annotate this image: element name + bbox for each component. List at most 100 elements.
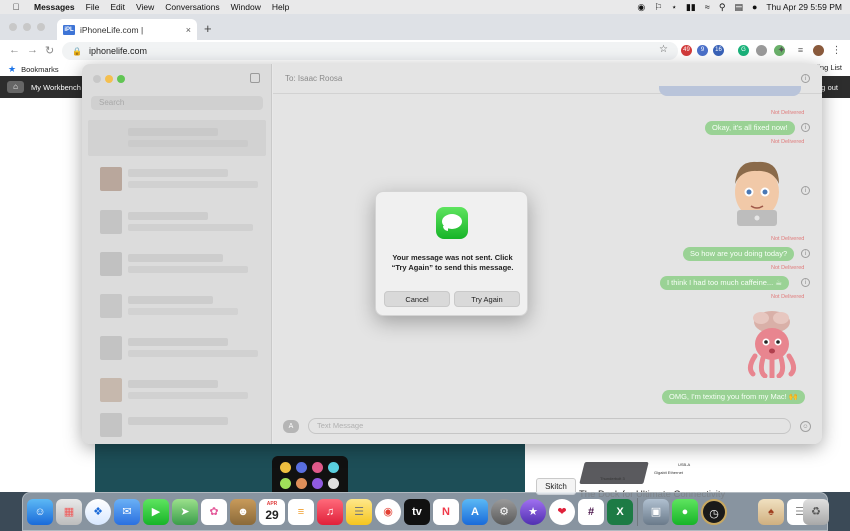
calendar-icon[interactable]: APR 29 [259, 499, 285, 525]
bookmark-star-icon[interactable]: ☆ [659, 44, 668, 55]
music-icon[interactable]: ♫ [317, 499, 343, 525]
message-error-icon[interactable]: i [801, 123, 810, 132]
app-store-icon[interactable]: A [462, 499, 488, 525]
bookmarks-label: Bookmarks [21, 64, 59, 74]
compose-icon[interactable] [250, 73, 260, 83]
chrome-icon[interactable]: ◉ [375, 499, 401, 525]
conversation-row[interactable] [88, 246, 266, 282]
apps-icon[interactable]: A [283, 420, 299, 433]
conversation-row[interactable] [88, 372, 266, 408]
grammarly-icon[interactable]: G [738, 45, 749, 56]
bookmarks-star-icon: ★ [8, 63, 17, 74]
window-zoom-button[interactable] [37, 23, 45, 31]
control-center-icon[interactable]: ▤ [734, 2, 743, 13]
contacts-icon[interactable]: ☻ [230, 499, 256, 525]
excel-icon[interactable]: X [607, 499, 633, 525]
system-preferences-icon[interactable]: ⚙ [491, 499, 517, 525]
address-bar[interactable]: 🔒 iphonelife.com ☆ [62, 42, 678, 60]
message-error-icon[interactable]: i [801, 249, 810, 258]
new-tab-icon[interactable]: + [204, 21, 212, 36]
mail-icon[interactable]: ✉ [114, 499, 140, 525]
imovie-star-icon[interactable]: ★ [520, 499, 546, 525]
rabbit-app-icon[interactable]: ♠ [758, 499, 784, 525]
conversation-row[interactable] [88, 120, 266, 156]
battery-icon[interactable]: ▮▮ [686, 2, 696, 13]
messages-close-button[interactable] [93, 75, 101, 83]
window-minimize-button[interactable] [23, 23, 31, 31]
more-menu-icon[interactable]: ⋮ [831, 45, 842, 56]
back-arrow-icon[interactable]: ← [9, 44, 20, 56]
conversation-row[interactable] [88, 204, 266, 240]
finder-icon[interactable]: ☺ [27, 499, 53, 525]
maps-icon[interactable]: ➤ [172, 499, 198, 525]
lips-app-icon[interactable]: ❤ [549, 499, 575, 525]
messages-dock-icon[interactable]: ● [672, 499, 698, 525]
bookmarks-folder[interactable]: ★ Bookmarks [8, 64, 59, 75]
menu-clock[interactable]: Thu Apr 29 5:59 PM [766, 2, 842, 12]
message-bubble[interactable]: I think I had too much caffeine... ☕ [660, 276, 789, 290]
message-bubble[interactable]: OMG, I'm texting you from my Mac! 🙌 [662, 390, 806, 404]
conversation-row[interactable] [88, 409, 266, 444]
message-bubble[interactable]: So how are you doing today? [683, 247, 795, 261]
bluetooth-icon[interactable]: ⋆ [671, 2, 677, 13]
recipient-field[interactable]: To: Isaac Roosa [285, 74, 342, 83]
puzzle-extensions-icon[interactable]: ✦ [776, 45, 787, 56]
message-error-icon[interactable]: i [801, 186, 810, 195]
extension-badge-icon[interactable]: 49 [681, 45, 692, 56]
messages-minimize-button[interactable] [105, 75, 113, 83]
menu-window[interactable]: Window [231, 2, 261, 12]
conversation-row[interactable] [88, 161, 266, 197]
conversation-info-icon[interactable]: i [801, 74, 810, 83]
text-message-input[interactable]: Text Message [308, 418, 791, 434]
messages-app-icon [436, 207, 468, 239]
extension-icon[interactable]: 9 [697, 45, 708, 56]
reminders-icon[interactable]: ≡ [288, 499, 314, 525]
apple-menu-icon[interactable]:  [10, 2, 22, 12]
launchpad-icon[interactable]: ▦ [56, 499, 82, 525]
conversation-row[interactable] [88, 288, 266, 324]
conversation-row[interactable] [88, 330, 266, 366]
menu-help[interactable]: Help [272, 2, 289, 12]
forward-arrow-icon[interactable]: → [27, 44, 38, 56]
spotlight-search-icon[interactable]: ⚲ [719, 2, 726, 13]
slack-icon[interactable]: # [578, 499, 604, 525]
facetime-icon[interactable]: ▶ [143, 499, 169, 525]
safari-icon[interactable]: ❖ [85, 499, 111, 525]
home-icon[interactable]: ⌂ [7, 81, 24, 93]
emoji-icon[interactable]: ☺ [800, 421, 811, 432]
reload-icon[interactable]: ↻ [45, 44, 54, 57]
octopus-memoji-sticker[interactable] [741, 308, 803, 378]
menu-conversations[interactable]: Conversations [165, 2, 219, 12]
browser-tab[interactable]: iPL iPhoneLife.com | × [57, 19, 197, 40]
preview-icon[interactable]: ▣ [643, 499, 669, 525]
messages-zoom-button[interactable] [117, 75, 125, 83]
trash-icon[interactable]: ♻ [803, 499, 829, 525]
extension-icon-3[interactable] [756, 45, 767, 56]
photos-icon[interactable]: ✿ [201, 499, 227, 525]
cancel-button[interactable]: Cancel [384, 291, 450, 307]
status-app-icon[interactable]: ◉ [637, 2, 645, 13]
menu-edit[interactable]: Edit [110, 2, 125, 12]
menu-view[interactable]: View [136, 2, 154, 12]
flag-icon[interactable]: ⚐ [654, 2, 662, 13]
my-workbench-link[interactable]: My Workbench [31, 83, 81, 92]
menu-app-name[interactable]: Messages [34, 2, 75, 12]
conversation-search-input[interactable]: Search [91, 96, 263, 110]
message-error-icon[interactable]: i [801, 278, 810, 287]
wifi-icon[interactable]: ≈ [705, 2, 710, 12]
extension-icon-2[interactable]: 16 [713, 45, 724, 56]
notes-icon[interactable]: ☰ [346, 499, 372, 525]
apple-tv-icon[interactable]: tv [404, 499, 430, 525]
tab-close-icon[interactable]: × [186, 25, 191, 35]
memoji-sticker[interactable] [727, 156, 787, 226]
siri-icon[interactable]: ● [752, 2, 757, 12]
clock-app-icon[interactable]: ◷ [701, 499, 727, 525]
message-bubble[interactable]: Okay, it's all fixed now! [705, 121, 795, 135]
window-close-button[interactable] [9, 23, 17, 31]
menu-file[interactable]: File [86, 2, 100, 12]
try-again-button[interactable]: Try Again [454, 291, 520, 307]
message-bubble[interactable] [659, 86, 801, 96]
reading-mode-icon[interactable]: ≡ [795, 45, 806, 56]
profile-avatar[interactable] [813, 45, 824, 56]
news-icon[interactable]: N [433, 499, 459, 525]
